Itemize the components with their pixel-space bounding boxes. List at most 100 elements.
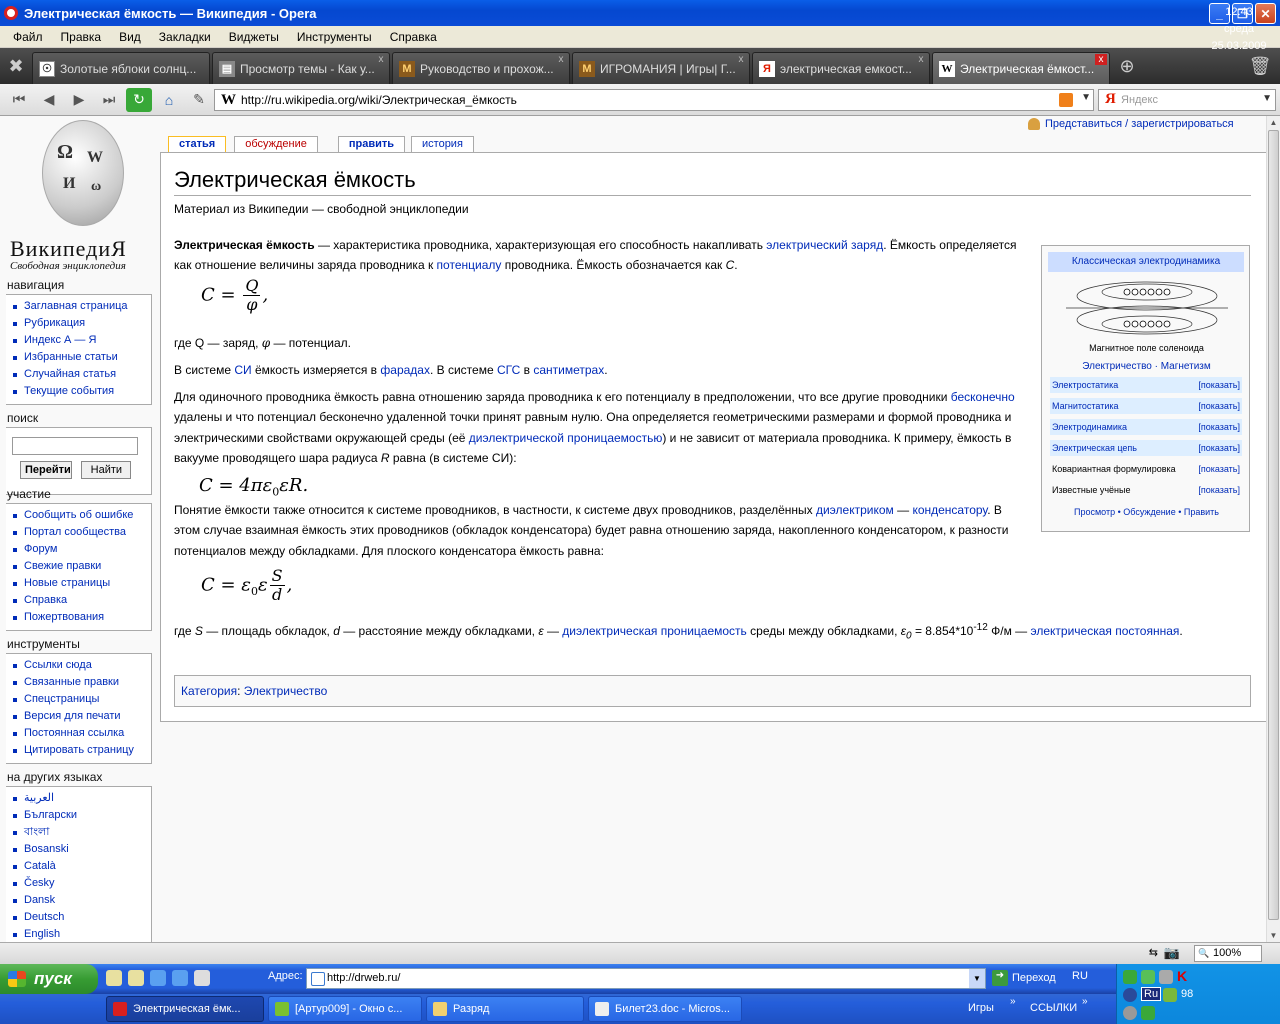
menu-bookmarks[interactable]: Закладки [150,30,220,44]
tab-edit[interactable]: править [337,136,406,152]
go-button[interactable]: Перейти [20,461,72,479]
infobox-row-electrodynamics[interactable]: Электродинамика [показать] [1050,419,1242,435]
language-indicator[interactable]: RU [1072,970,1088,982]
infobox-row-circuit[interactable]: Электрическая цепь [показать] [1050,440,1242,456]
tray-icon[interactable] [1123,970,1137,984]
participation-item[interactable]: Свежие правки [6,558,151,575]
menu-widgets[interactable]: Виджеты [220,30,288,44]
forward-icon[interactable]: ▶ [66,88,92,112]
infobox-title[interactable]: Классическая электродинамика [1048,252,1244,272]
reload-icon[interactable]: ↻ [126,87,152,112]
infobox-row-magnetostatics[interactable]: Магнитостатика [показать] [1050,398,1242,414]
language-item[interactable]: Български [6,807,151,824]
task-chat[interactable]: [Артур009] - Окно с... [268,996,422,1022]
chevron-icon[interactable]: » [1082,996,1088,1007]
quicklaunch-icon[interactable] [128,970,144,986]
link-dielectric[interactable]: диэлектриком [816,503,894,517]
infobox-footer[interactable]: Просмотр • Обсуждение • Править [1042,507,1251,517]
language-item[interactable]: Česky [6,875,151,892]
participation-item[interactable]: Справка [6,592,151,609]
task-folder[interactable]: Разряд [426,996,584,1022]
tab-close-icon[interactable]: x [1095,54,1107,65]
chevron-icon[interactable]: » [1010,996,1016,1007]
tab-close-icon[interactable]: x [555,54,567,65]
address-field[interactable]: W http://ru.wikipedia.org/wiki/Электриче… [214,89,1094,111]
tray-icon[interactable] [1123,1006,1137,1020]
vertical-scrollbar[interactable]: ▲ ▼ [1266,116,1280,942]
link-centimeters[interactable]: сантиметрах [533,363,604,377]
tab-5[interactable]: Я электрическая емкост... x [752,52,930,84]
tray-icon[interactable] [1123,988,1137,1002]
language-item[interactable]: Dansk [6,892,151,909]
menu-help[interactable]: Справка [381,30,446,44]
link-dielectric-permittivity[interactable]: диэлектрическая проницаемость [562,624,747,638]
edit-icon[interactable]: ✎ [186,88,212,112]
show-link[interactable]: [показать] [1198,419,1240,435]
link-permittivity[interactable]: диэлектрической проницаемостью [469,431,663,445]
infobox-links[interactable]: Электричество · Магнетизм [1042,361,1251,372]
search-dropdown-icon[interactable]: ▼ [1262,93,1272,104]
show-link[interactable]: [показать] [1198,461,1240,477]
tab-close-icon[interactable]: x [735,54,747,65]
tools-item[interactable]: Ссылки сюда [6,657,151,674]
ie-icon[interactable] [150,970,166,986]
task-word[interactable]: Билет23.doc - Micros... [588,996,742,1022]
menu-edit[interactable]: Правка [52,30,111,44]
tools-item[interactable]: Цитировать страницу [6,742,151,759]
scroll-up-icon[interactable]: ▲ [1267,116,1280,129]
quicklaunch-icon[interactable] [106,970,122,986]
language-item[interactable]: Català [6,858,151,875]
participation-item[interactable]: Форум [6,541,151,558]
menu-view[interactable]: Вид [110,30,150,44]
participation-item[interactable]: Сообщить об ошибке [6,507,151,524]
kaspersky-icon[interactable]: K [1177,968,1187,984]
category-electricity[interactable]: Электричество [244,684,328,698]
search-field[interactable]: Я Яндекс ▼ [1098,89,1276,111]
tab-1[interactable]: ☉ Золотые яблоки солнц... [32,52,210,84]
tab-6-active[interactable]: W Электрическая ёмкост... x [932,52,1110,84]
wikipedia-logo[interactable]: Ω W И ω ВикипедиЯ Свободная энциклопедия [6,118,152,272]
tools-item[interactable]: Связанные правки [6,674,151,691]
link-electric-constant[interactable]: электрическая постоянная [1031,624,1180,638]
menu-file[interactable]: Файл [4,30,52,44]
new-tab-icon[interactable]: ⊕ [1112,48,1142,84]
tab-article[interactable]: статья [168,136,227,152]
printer-icon[interactable] [194,970,210,986]
home-icon[interactable]: ⌂ [156,88,182,112]
scrollbar-thumb[interactable] [1268,130,1279,920]
tray-icon[interactable] [1141,970,1155,984]
tools-icon[interactable]: ✖ [0,48,32,84]
link-si[interactable]: СИ [234,363,251,377]
nav-item[interactable]: Избранные статьи [6,349,151,366]
tab-3[interactable]: M Руководство и прохож... x [392,52,570,84]
show-link[interactable]: [показать] [1198,377,1240,393]
nvidia-icon[interactable] [1163,988,1177,1002]
language-item[interactable]: বাংলা [6,824,151,841]
tab-4[interactable]: M ИГРОМАНИЯ | Игры| Г... x [572,52,750,84]
link-infinitely[interactable]: бесконечно [951,390,1015,404]
network-icon[interactable]: ⇆ [1149,946,1158,959]
dropdown-icon[interactable]: ▼ [969,969,985,988]
tools-item[interactable]: Версия для печати [6,708,151,725]
tools-item[interactable]: Постоянная ссылка [6,725,151,742]
links-toolbar[interactable]: ССЫЛКИ [1030,1002,1077,1014]
tab-close-icon[interactable]: x [915,54,927,65]
clock[interactable]: 12:43 среда 25.03.2009 [1202,4,1276,55]
task-opera[interactable]: Электрическая ёмк... [106,996,264,1022]
tab-2[interactable]: ▤ Просмотр темы - Как у... x [212,52,390,84]
login-link[interactable]: Представиться / зарегистрироваться [1028,118,1234,130]
language-item[interactable]: Bosanski [6,841,151,858]
taskbar-address-field[interactable]: http://drweb.ru/ ▼ [306,968,986,989]
language-item[interactable]: Deutsch [6,909,151,926]
fast-forward-icon[interactable]: ⏭ [96,88,122,112]
find-button[interactable]: Найти [81,461,132,479]
nav-item[interactable]: Индекс А — Я [6,332,151,349]
infobox-row-electrostatics[interactable]: Электростатика [показать] [1050,377,1242,393]
language-item[interactable]: العربية [6,790,151,807]
link-cgs[interactable]: СГС [497,363,520,377]
link-farads[interactable]: фарадах [380,363,430,377]
tab-history[interactable]: история [411,136,474,152]
nav-item[interactable]: Случайная статья [6,366,151,383]
show-link[interactable]: [показать] [1198,440,1240,456]
scroll-down-icon[interactable]: ▼ [1267,929,1280,942]
